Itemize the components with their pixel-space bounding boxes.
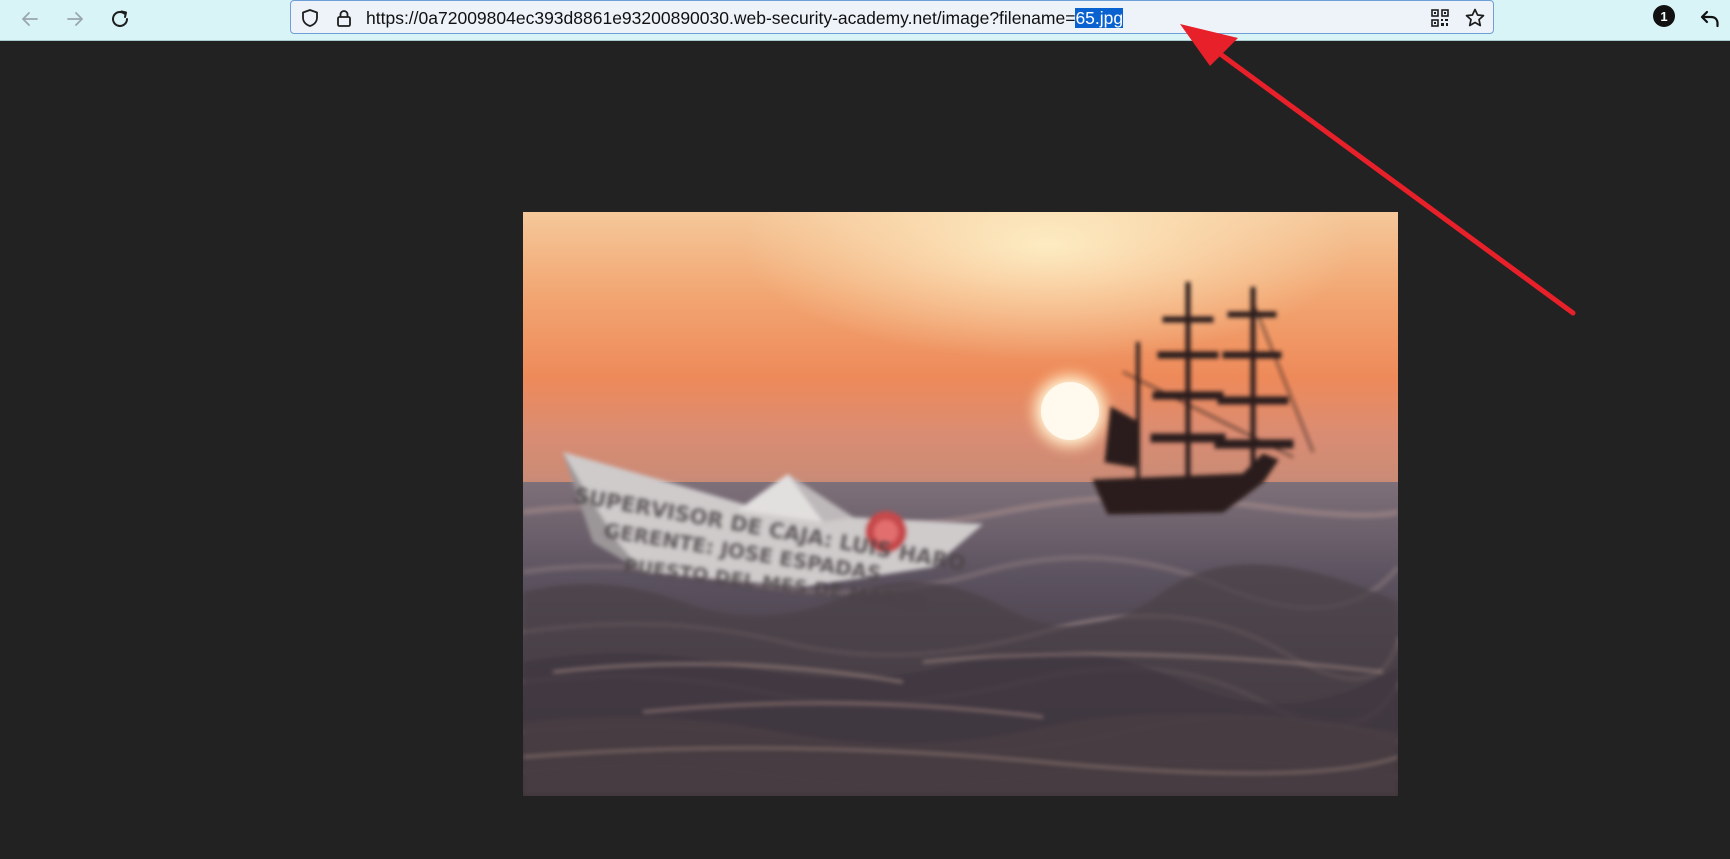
url-prefix: https://0a72009804ec393d8861e93200890030… (366, 8, 1076, 28)
qr-code-button[interactable] (1429, 7, 1451, 29)
undo-button[interactable] (1692, 3, 1728, 35)
star-icon (1465, 8, 1485, 27)
url-selected-filename: 65.jpg (1075, 8, 1124, 28)
back-button[interactable] (12, 3, 48, 35)
browser-toolbar: https://0a72009804ec393d8861e93200890030… (0, 0, 1730, 41)
reload-button[interactable] (102, 3, 138, 35)
shield-icon (302, 9, 318, 27)
arrow-right-icon (67, 12, 83, 26)
qr-code-icon (1431, 9, 1449, 27)
forward-button[interactable] (57, 3, 93, 35)
extensions-badge[interactable]: 1 (1653, 5, 1675, 27)
bookmark-button[interactable] (1464, 7, 1486, 29)
undo-arrow-icon (1700, 10, 1719, 28)
url-text[interactable]: https://0a72009804ec393d8861e93200890030… (366, 7, 1124, 29)
arrow-left-icon (22, 12, 38, 26)
url-bar[interactable]: https://0a72009804ec393d8861e93200890030… (290, 0, 1494, 34)
reload-icon (112, 10, 128, 27)
site-info-button[interactable] (333, 7, 355, 29)
lock-icon (337, 10, 351, 27)
displayed-image: SUPERVISOR DE CAJA: LUIS HARO GERENTE: J… (523, 212, 1398, 796)
tracking-protection-button[interactable] (299, 7, 321, 29)
sunset-sea-image: SUPERVISOR DE CAJA: LUIS HARO GERENTE: J… (523, 212, 1398, 796)
